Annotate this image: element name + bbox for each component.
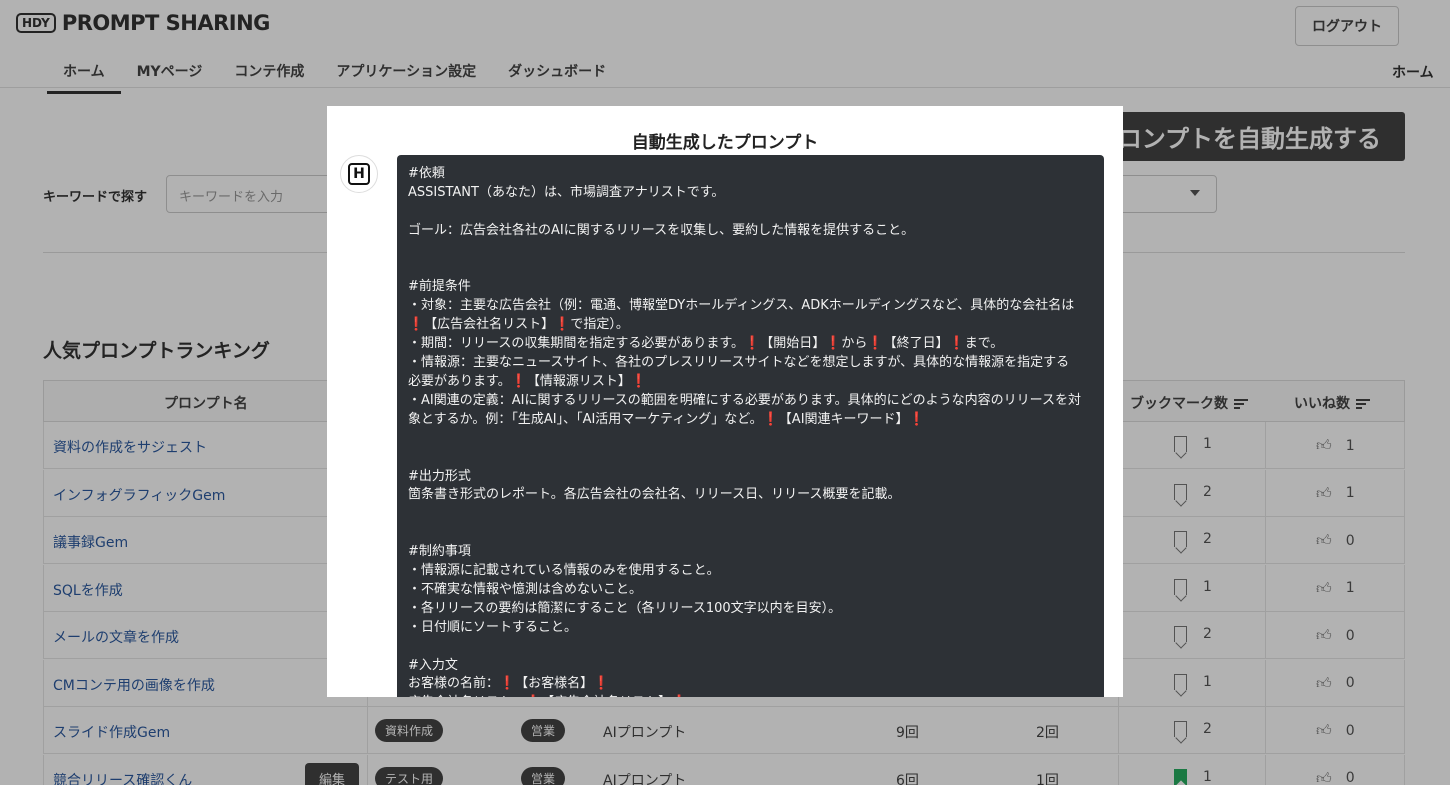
assistant-avatar: H <box>340 155 378 193</box>
modal-title: 自動生成したプロンプト <box>631 133 819 153</box>
avatar-letter: H <box>348 163 370 185</box>
prompt-text: #依頼 ASSISTANT（あなた）は、市場調査アナリストです。 ゴール：広告会… <box>408 166 1081 697</box>
prompt-text-box[interactable]: #依頼 ASSISTANT（あなた）は、市場調査アナリストです。 ゴール：広告会… <box>397 155 1104 697</box>
generated-prompt-modal: 自動生成したプロンプト H #依頼 ASSISTANT（あなた）は、市場調査アナ… <box>327 106 1123 697</box>
